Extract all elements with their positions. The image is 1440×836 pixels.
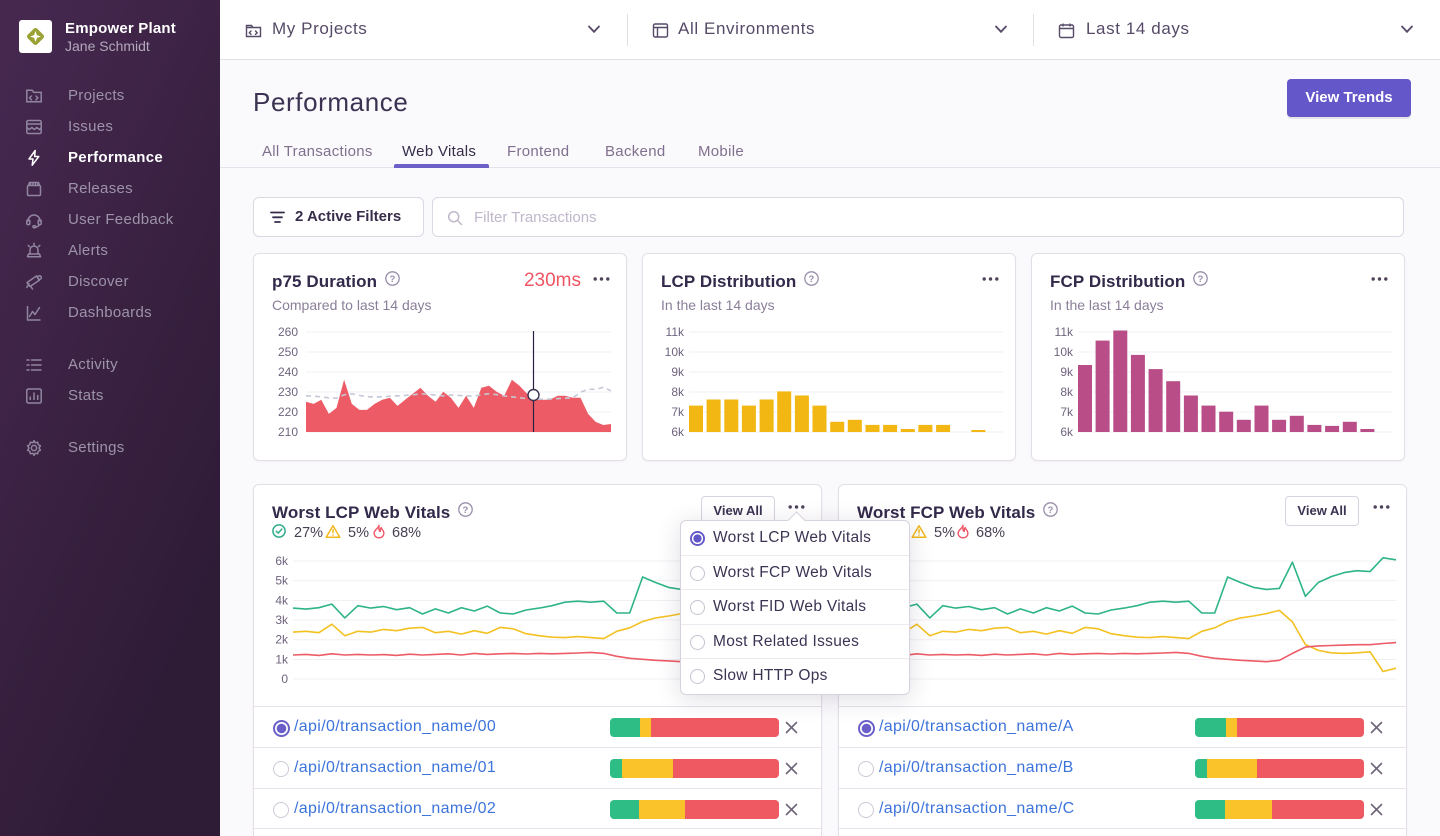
svg-text:220: 220 [278,405,298,419]
svg-text:240: 240 [278,365,298,379]
svg-text:4k: 4k [275,594,289,608]
svg-text:?: ? [1198,274,1204,285]
svg-text:9k: 9k [671,365,685,379]
svg-text:210: 210 [278,425,298,439]
svg-text:10k: 10k [1054,345,1074,359]
svg-text:0: 0 [281,672,288,686]
svg-text:9k: 9k [1060,365,1074,379]
svg-text:6k: 6k [671,425,685,439]
svg-text:230: 230 [278,385,298,399]
svg-text:6k: 6k [275,554,289,568]
svg-text:11k: 11k [1055,325,1074,339]
svg-text:8k: 8k [1060,385,1074,399]
svg-text:?: ? [1048,505,1054,516]
svg-text:?: ? [463,505,469,516]
svg-text:10k: 10k [665,345,685,359]
svg-text:6k: 6k [1060,425,1074,439]
svg-text:260: 260 [278,325,298,339]
svg-text:2k: 2k [275,633,289,647]
svg-text:3k: 3k [275,613,289,627]
svg-text:5k: 5k [275,574,289,588]
svg-text:11k: 11k [666,325,685,339]
svg-text:7k: 7k [671,405,685,419]
svg-text:250: 250 [278,345,298,359]
svg-text:?: ? [389,274,395,285]
svg-text:1k: 1k [275,653,289,667]
svg-text:?: ? [809,274,815,285]
svg-text:8k: 8k [671,385,685,399]
svg-text:7k: 7k [1060,405,1074,419]
